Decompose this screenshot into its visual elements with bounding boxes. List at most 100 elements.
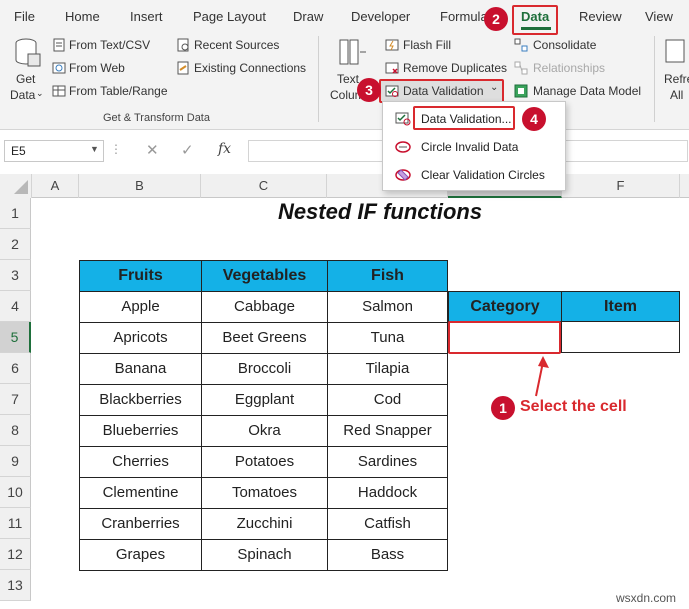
table-cell[interactable]: Bass (327, 539, 448, 571)
highlight-e5 (448, 321, 561, 354)
item-input-cell[interactable] (561, 321, 680, 353)
tab-draw[interactable]: Draw (293, 9, 323, 24)
table-cell[interactable]: Apricots (79, 322, 202, 354)
tab-insert[interactable]: Insert (130, 9, 163, 24)
menu-item-circle-invalid[interactable]: Circle Invalid Data (421, 140, 518, 154)
flash-fill-button[interactable]: Flash Fill (403, 38, 451, 52)
row-header-2[interactable]: 2 (0, 229, 31, 260)
chevron-down-icon[interactable]: ▼ (90, 144, 99, 154)
consolidate-button[interactable]: Consolidate (533, 38, 596, 52)
table-header[interactable]: Fish (327, 260, 448, 292)
table-cell[interactable]: Beet Greens (201, 322, 328, 354)
clear-circles-icon (395, 169, 411, 181)
relationships-button[interactable]: Relationships (533, 61, 605, 75)
column-header-c[interactable]: C (201, 174, 327, 198)
name-box[interactable]: E5 (4, 140, 104, 162)
ribbon-separator (654, 36, 655, 122)
table-cell[interactable]: Eggplant (201, 384, 328, 416)
data-model-icon (514, 84, 528, 98)
table-icon (52, 85, 66, 97)
table-cell[interactable]: Okra (201, 415, 328, 447)
row-header-3[interactable]: 3 (0, 260, 31, 291)
row-header-12[interactable]: 12 (0, 539, 31, 570)
table-cell[interactable]: Grapes (79, 539, 202, 571)
column-header-f[interactable]: F (562, 174, 680, 198)
table-cell[interactable]: Tuna (327, 322, 448, 354)
cancel-icon[interactable]: ✕ (146, 141, 159, 159)
table-cell[interactable]: Cod (327, 384, 448, 416)
tab-review[interactable]: Review (579, 9, 622, 24)
name-box-value: E5 (11, 144, 26, 158)
column-header-b[interactable]: B (79, 174, 201, 198)
recent-sources-button[interactable]: Recent Sources (194, 38, 279, 52)
table-cell[interactable]: Cabbage (201, 291, 328, 323)
table-cell[interactable]: Apple (79, 291, 202, 323)
insert-function-icon[interactable]: fx (218, 141, 231, 157)
row-header-5[interactable]: 5 (0, 322, 31, 353)
existing-connections-button[interactable]: Existing Connections (194, 61, 306, 75)
row-header-4[interactable]: 4 (0, 291, 31, 322)
data-validation-icon (395, 112, 411, 126)
get-data-label-1: Get (16, 72, 36, 86)
table-cell[interactable]: Cherries (79, 446, 202, 478)
row-header-13[interactable]: 13 (0, 570, 31, 601)
row-header-9[interactable]: 9 (0, 446, 31, 477)
tab-view[interactable]: View (645, 9, 673, 24)
table-cell[interactable]: Blueberries (79, 415, 202, 447)
ribbon-data: Get Data ⌄ From Text/CSV From Web From T… (0, 32, 689, 130)
remove-duplicates-button[interactable]: Remove Duplicates (403, 61, 507, 75)
row-header-1[interactable]: 1 (0, 198, 31, 229)
table-cell[interactable]: Tilapia (327, 353, 448, 385)
table-cell[interactable]: Blackberries (79, 384, 202, 416)
manage-data-model-button[interactable]: Manage Data Model (533, 84, 641, 98)
relationships-icon (514, 61, 528, 75)
flash-fill-icon (385, 39, 399, 51)
column-header-a[interactable]: A (32, 174, 79, 198)
table-cell[interactable]: Clementine (79, 477, 202, 509)
tab-home[interactable]: Home (65, 9, 100, 24)
watermark: wsxdn.com (616, 591, 677, 605)
row-header-8[interactable]: 8 (0, 415, 31, 446)
enter-icon[interactable]: ✓ (181, 141, 194, 159)
refresh-all-label-2[interactable]: All (670, 88, 683, 102)
select-cell-annotation: Select the cell (520, 398, 627, 415)
row-header-10[interactable]: 10 (0, 477, 31, 508)
table-cell[interactable]: Haddock (327, 477, 448, 509)
table-header[interactable]: Fruits (79, 260, 202, 292)
consolidate-icon (514, 38, 528, 52)
table-cell[interactable]: Sardines (327, 446, 448, 478)
row-header-7[interactable]: 7 (0, 384, 31, 415)
tab-developer[interactable]: Developer (351, 9, 410, 24)
refresh-all-label-1[interactable]: Refre (664, 72, 689, 86)
menu-item-clear-circles[interactable]: Clear Validation Circles (421, 168, 545, 182)
table-cell[interactable]: Red Snapper (327, 415, 448, 447)
table-cell[interactable]: Cranberries (79, 508, 202, 540)
table-cell[interactable]: Banana (79, 353, 202, 385)
table-cell[interactable]: Tomatoes (201, 477, 328, 509)
text-to-columns-label-1[interactable]: Text (337, 72, 359, 86)
row-header-6[interactable]: 6 (0, 353, 31, 384)
from-web-button[interactable]: From Web (69, 61, 125, 75)
item-header[interactable]: Item (561, 291, 680, 322)
circle-invalid-icon (395, 141, 411, 153)
tab-page-layout[interactable]: Page Layout (193, 9, 266, 24)
from-table-range-button[interactable]: From Table/Range (69, 84, 168, 98)
select-all-corner[interactable] (0, 174, 32, 198)
table-header[interactable]: Vegetables (201, 260, 328, 292)
chevron-down-icon: ⌄ (36, 88, 44, 98)
step-badge-2: 2 (484, 7, 508, 31)
table-cell[interactable]: Spinach (201, 539, 328, 571)
ribbon-separator (318, 36, 319, 122)
text-file-icon (53, 38, 65, 52)
from-text-csv-button[interactable]: From Text/CSV (69, 38, 150, 52)
step-badge-4: 4 (522, 107, 546, 131)
row-header-11[interactable]: 11 (0, 508, 31, 539)
table-cell[interactable]: Potatoes (201, 446, 328, 478)
get-data-button[interactable]: Get Data ⌄ (10, 38, 46, 108)
tab-file[interactable]: File (14, 9, 35, 24)
table-cell[interactable]: Catfish (327, 508, 448, 540)
table-cell[interactable]: Zucchini (201, 508, 328, 540)
category-header[interactable]: Category (448, 291, 562, 322)
table-cell[interactable]: Broccoli (201, 353, 328, 385)
table-cell[interactable]: Salmon (327, 291, 448, 323)
